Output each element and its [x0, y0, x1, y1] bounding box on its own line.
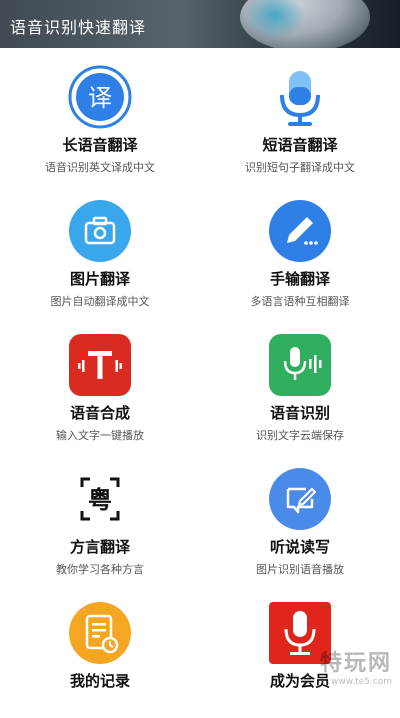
watermark-url: www.te5.com [331, 677, 392, 687]
feature-desc: 教你学习各种方言 [56, 563, 144, 576]
feature-my-records[interactable]: 我的记录 [0, 584, 200, 718]
feature-desc: 语音识别英文译成中文 [45, 161, 155, 174]
translate-icon: 译 [68, 65, 132, 129]
app-header: 语音识别快速翻译 [0, 0, 400, 48]
feature-name: 方言翻译 [69, 538, 130, 556]
feature-desc: 识别文字云端保存 [256, 429, 344, 442]
feature-grid: 译 长语音翻译 语音识别英文译成中文 短语音翻译 识别短句子翻译成中文 图片翻译… [0, 48, 400, 693]
feature-desc: 多语言语种互相翻译 [250, 295, 350, 308]
feature-listen-speak-read-write[interactable]: 听说读写 图片识别语音播放 [200, 450, 400, 584]
watermark-text: 特玩网 [319, 651, 392, 676]
voice-recognition-icon [268, 333, 332, 397]
feature-name: 我的记录 [69, 672, 130, 690]
pen-icon [268, 199, 332, 263]
page-title: 语音识别快速翻译 [10, 18, 147, 37]
feature-name: 语音合成 [69, 404, 130, 422]
feature-speech-synthesis[interactable]: 语音合成 输入文字一键播放 [0, 316, 200, 450]
feature-voice-recognition[interactable]: 语音识别 识别文字云端保存 [200, 316, 400, 450]
feature-name: 语音识别 [269, 404, 330, 422]
feature-dialect-translate[interactable]: 粤 方言翻译 教你学习各种方言 [0, 450, 200, 584]
dialect-icon: 粤 [68, 467, 132, 531]
dialect-icon-glyph: 粤 [88, 486, 112, 514]
feature-name: 短语音翻译 [262, 136, 338, 154]
feature-desc: 图片识别语音播放 [256, 563, 344, 576]
site-watermark: 特玩网 www.te5.com [320, 645, 392, 687]
feature-name: 图片翻译 [69, 270, 130, 288]
camera-icon [68, 199, 132, 263]
svg-text:译: 译 [88, 84, 112, 112]
edit-note-icon [268, 467, 332, 531]
feature-long-voice-translate[interactable]: 译 长语音翻译 语音识别英文译成中文 [0, 48, 200, 182]
records-icon [68, 601, 132, 665]
feature-manual-translate[interactable]: 手输翻译 多语言语种互相翻译 [200, 182, 400, 316]
feature-desc: 输入文字一键播放 [56, 429, 144, 442]
microphone-icon [268, 65, 332, 129]
feature-desc: 图片自动翻译成中文 [50, 295, 150, 308]
feature-image-translate[interactable]: 图片翻译 图片自动翻译成中文 [0, 182, 200, 316]
feature-desc: 识别短句子翻译成中文 [245, 161, 355, 174]
feature-name: 长语音翻译 [62, 136, 138, 154]
feature-short-voice-translate[interactable]: 短语音翻译 识别短句子翻译成中文 [200, 48, 400, 182]
feature-name: 手输翻译 [269, 270, 330, 288]
feature-name: 听说读写 [269, 538, 330, 556]
text-to-speech-icon [68, 333, 132, 397]
